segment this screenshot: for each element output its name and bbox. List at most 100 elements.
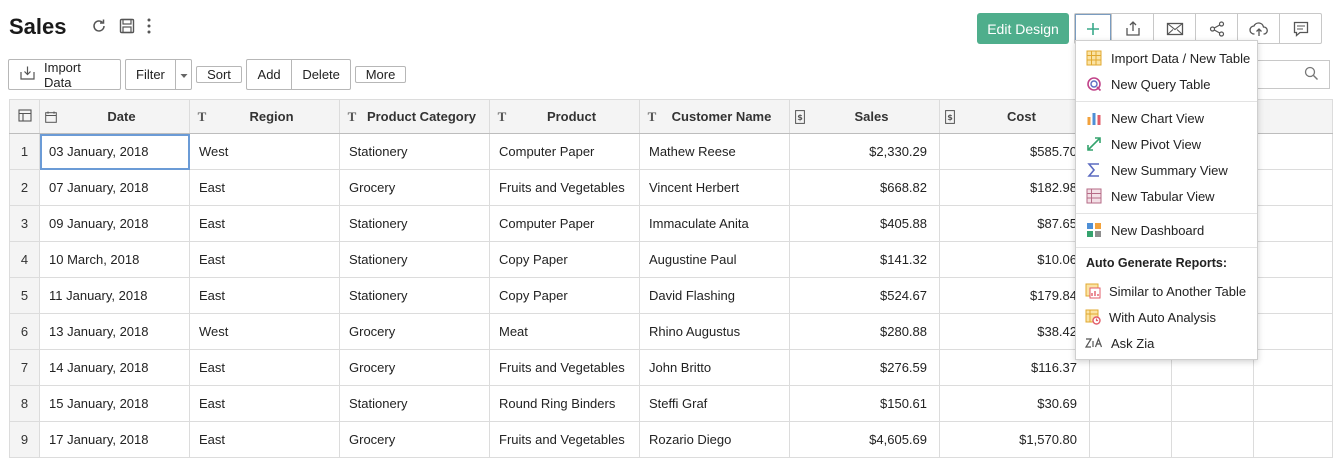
row-number[interactable]: 2: [9, 169, 40, 206]
menu-item-import-data[interactable]: Import Data / New Table: [1076, 46, 1257, 70]
cell-date[interactable]: 03 January, 2018: [39, 133, 190, 170]
cell-cost[interactable]: $179.84: [939, 277, 1090, 314]
cell-product[interactable]: Round Ring Binders: [489, 385, 640, 422]
cell-customer-name[interactable]: Vincent Herbert: [639, 169, 790, 206]
import-data-button[interactable]: Import Data: [8, 59, 121, 90]
cell-empty[interactable]: [1089, 385, 1172, 422]
more-vertical-icon[interactable]: [146, 17, 152, 35]
cell-customer-name[interactable]: Augustine Paul: [639, 241, 790, 278]
column-header-product-category[interactable]: T Product Category: [339, 99, 490, 134]
cell-cost[interactable]: $38.42: [939, 313, 1090, 350]
cell-cost[interactable]: $182.98: [939, 169, 1090, 206]
export-icon[interactable]: [1111, 14, 1153, 43]
cell-empty[interactable]: [1171, 385, 1254, 422]
cell-sales[interactable]: $150.61: [789, 385, 940, 422]
menu-item-new-summary-view[interactable]: New Summary View: [1076, 158, 1257, 182]
cell-cost[interactable]: $585.70: [939, 133, 1090, 170]
cell-date[interactable]: 13 January, 2018: [39, 313, 190, 350]
column-header-product[interactable]: T Product: [489, 99, 640, 134]
add-button[interactable]: Add: [247, 60, 291, 89]
cell-sales[interactable]: $524.67: [789, 277, 940, 314]
cell-cost[interactable]: $87.65: [939, 205, 1090, 242]
cell-date[interactable]: 07 January, 2018: [39, 169, 190, 206]
refresh-icon[interactable]: [90, 17, 108, 35]
menu-item-new-chart-view[interactable]: New Chart View: [1076, 106, 1257, 130]
search-input[interactable]: [1258, 60, 1330, 89]
cell-sales[interactable]: $2,330.29: [789, 133, 940, 170]
menu-item-ask-zia[interactable]: Ask Zia: [1076, 331, 1257, 355]
column-header-cost[interactable]: $ Cost: [939, 99, 1090, 134]
menu-item-similar-to-another-table[interactable]: Similar to Another Table: [1076, 279, 1257, 303]
cell-region[interactable]: East: [189, 241, 340, 278]
cell-empty[interactable]: [1089, 421, 1172, 458]
cell-cost[interactable]: $30.69: [939, 385, 1090, 422]
cell-region[interactable]: East: [189, 421, 340, 458]
edit-design-button[interactable]: Edit Design: [977, 13, 1069, 44]
save-icon[interactable]: [118, 17, 136, 35]
cell-date[interactable]: 17 January, 2018: [39, 421, 190, 458]
cell-customer-name[interactable]: Steffi Graf: [639, 385, 790, 422]
sort-button[interactable]: Sort: [196, 66, 242, 83]
cell-sales[interactable]: $405.88: [789, 205, 940, 242]
cloud-upload-icon[interactable]: [1237, 14, 1279, 43]
table-row[interactable]: 8 15 January, 2018 East Stationery Round Rin…: [9, 385, 1333, 422]
cell-empty[interactable]: [1253, 349, 1333, 386]
comment-icon[interactable]: [1279, 14, 1321, 43]
row-number[interactable]: 8: [9, 385, 40, 422]
cell-sales[interactable]: $668.82: [789, 169, 940, 206]
menu-item-with-auto-analysis[interactable]: With Auto Analysis: [1076, 305, 1257, 329]
cell-region[interactable]: East: [189, 169, 340, 206]
cell-cost[interactable]: $116.37: [939, 349, 1090, 386]
email-icon[interactable]: [1153, 14, 1195, 43]
share-icon[interactable]: [1195, 14, 1237, 43]
cell-product[interactable]: Fruits and Vegetables: [489, 349, 640, 386]
cell-customer-name[interactable]: Mathew Reese: [639, 133, 790, 170]
cell-region[interactable]: East: [189, 277, 340, 314]
cell-sales[interactable]: $276.59: [789, 349, 940, 386]
column-header-empty[interactable]: [1253, 99, 1333, 134]
column-header-customer-name[interactable]: T Customer Name: [639, 99, 790, 134]
row-number[interactable]: 4: [9, 241, 40, 278]
cell-product-category[interactable]: Grocery: [339, 313, 490, 350]
cell-product[interactable]: Copy Paper: [489, 241, 640, 278]
cell-product[interactable]: Fruits and Vegetables: [489, 169, 640, 206]
column-header-date[interactable]: Date: [39, 99, 190, 134]
cell-date[interactable]: 14 January, 2018: [39, 349, 190, 386]
cell-product-category[interactable]: Stationery: [339, 133, 490, 170]
column-header-region[interactable]: T Region: [189, 99, 340, 134]
more-button[interactable]: More: [355, 66, 406, 83]
cell-empty[interactable]: [1171, 421, 1254, 458]
cell-date[interactable]: 09 January, 2018: [39, 205, 190, 242]
cell-customer-name[interactable]: Immaculate Anita: [639, 205, 790, 242]
cell-sales[interactable]: $141.32: [789, 241, 940, 278]
cell-region[interactable]: East: [189, 385, 340, 422]
cell-empty[interactable]: [1253, 421, 1333, 458]
cell-region[interactable]: West: [189, 133, 340, 170]
cell-empty[interactable]: [1253, 205, 1333, 242]
filter-dropdown-toggle[interactable]: [174, 60, 192, 89]
cell-empty[interactable]: [1253, 385, 1333, 422]
cell-region[interactable]: East: [189, 205, 340, 242]
cell-empty[interactable]: [1253, 277, 1333, 314]
cell-customer-name[interactable]: John Britto: [639, 349, 790, 386]
cell-customer-name[interactable]: Rozario Diego: [639, 421, 790, 458]
cell-product[interactable]: Fruits and Vegetables: [489, 421, 640, 458]
cell-product[interactable]: Copy Paper: [489, 277, 640, 314]
cell-empty[interactable]: [1253, 169, 1333, 206]
cell-product[interactable]: Computer Paper: [489, 133, 640, 170]
cell-empty[interactable]: [1253, 313, 1333, 350]
row-number[interactable]: 1: [9, 133, 40, 170]
cell-product-category[interactable]: Stationery: [339, 205, 490, 242]
table-row[interactable]: 9 17 January, 2018 East Grocery Fruits and V…: [9, 421, 1333, 458]
filter-button[interactable]: Filter: [126, 60, 175, 89]
row-number[interactable]: 7: [9, 349, 40, 386]
cell-cost[interactable]: $1,570.80: [939, 421, 1090, 458]
cell-sales[interactable]: $4,605.69: [789, 421, 940, 458]
row-number[interactable]: 3: [9, 205, 40, 242]
cell-product-category[interactable]: Grocery: [339, 421, 490, 458]
add-icon[interactable]: [1075, 14, 1111, 43]
cell-region[interactable]: East: [189, 349, 340, 386]
cell-product-category[interactable]: Grocery: [339, 349, 490, 386]
cell-product-category[interactable]: Stationery: [339, 385, 490, 422]
row-number[interactable]: 9: [9, 421, 40, 458]
